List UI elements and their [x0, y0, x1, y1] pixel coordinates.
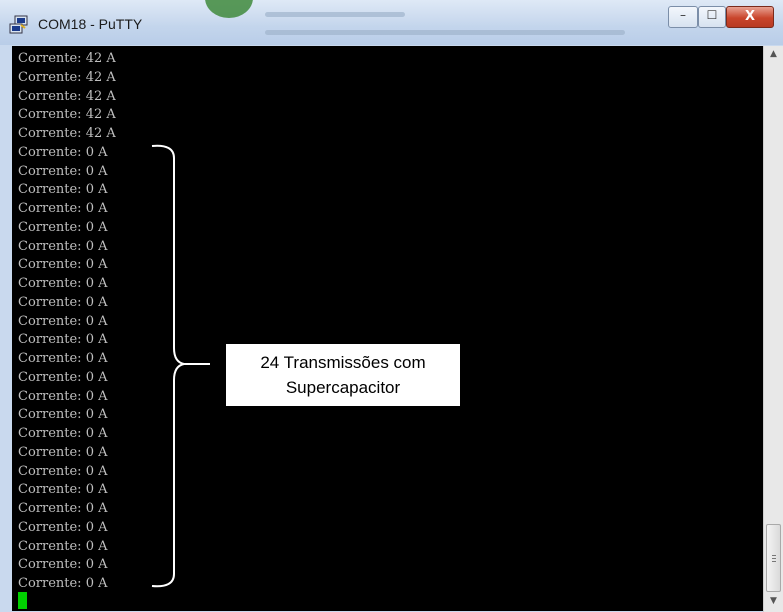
- terminal-line: Corrente: 0 A: [18, 313, 108, 329]
- putty-app-icon[interactable]: [8, 14, 30, 36]
- terminal-output: Corrente: 42 A Corrente: 42 A Corrente: 42…: [18, 50, 116, 594]
- vertical-scrollbar[interactable]: ▲ ▼: [763, 46, 783, 612]
- annotation-line-1: 24 Transmissões com: [260, 353, 426, 372]
- terminal-line: Corrente: 0 A: [18, 276, 108, 291]
- curly-brace-annotation: [151, 144, 210, 588]
- annotation-line-2: Supercapacitor: [285, 378, 401, 397]
- terminal-line: Corrente: 0 A: [18, 257, 108, 273]
- scroll-up-icon[interactable]: ▲: [764, 46, 783, 63]
- terminal-line: Corrente: 0 A: [18, 426, 108, 441]
- terminal-line: Corrente: 0 A: [18, 501, 108, 516]
- terminal-line: Corrente: 0 A: [18, 407, 108, 423]
- minimize-icon: –: [680, 8, 686, 22]
- maximize-icon: ☐: [706, 8, 718, 22]
- terminal-line: Corrente: 0 A: [18, 294, 108, 310]
- terminal-line: Corrente: 0 A: [18, 219, 108, 235]
- terminal-line: Corrente: 42 A: [18, 126, 116, 141]
- terminal-line: Corrente: 0 A: [18, 351, 108, 366]
- terminal-line: Corrente: 0 A: [18, 182, 108, 198]
- terminal-cursor: [18, 592, 27, 609]
- terminal-line: Corrente: 0 A: [18, 576, 108, 591]
- terminal-line: Corrente: 0 A: [18, 557, 108, 573]
- close-button[interactable]: X: [726, 6, 774, 28]
- terminal-line: Corrente: 0 A: [18, 444, 108, 460]
- terminal-line: Corrente: 42 A: [18, 107, 116, 123]
- terminal-line: Corrente: 0 A: [18, 538, 108, 554]
- maximize-button[interactable]: ☐: [698, 6, 726, 28]
- terminal-line: Corrente: 0 A: [18, 369, 108, 385]
- close-icon: X: [744, 9, 756, 24]
- background-window-blur: [205, 0, 645, 45]
- putty-window: COM18 - PuTTY – ☐ X Corrente: 42 A Corren…: [0, 0, 783, 612]
- terminal-line: Corrente: 0 A: [18, 388, 108, 404]
- terminal-line: Corrente: 0 A: [18, 238, 108, 254]
- terminal-line: Corrente: 0 A: [18, 463, 108, 479]
- terminal-line: Corrente: 42 A: [18, 69, 116, 85]
- terminal-line: Corrente: 0 A: [18, 163, 108, 179]
- scrollbar-thumb[interactable]: [766, 524, 781, 592]
- terminal-line: Corrente: 0 A: [18, 519, 108, 535]
- terminal-line: Corrente: 42 A: [18, 51, 116, 66]
- terminal-line: Corrente: 0 A: [18, 144, 108, 160]
- terminal-line: Corrente: 42 A: [18, 88, 116, 104]
- minimize-button[interactable]: –: [668, 6, 698, 28]
- scroll-down-icon[interactable]: ▼: [764, 593, 783, 610]
- annotation-callout: 24 Transmissões com Supercapacitor: [225, 343, 461, 407]
- title-bar[interactable]: COM18 - PuTTY – ☐ X: [0, 0, 783, 45]
- terminal-line: Corrente: 0 A: [18, 332, 108, 348]
- terminal-screen[interactable]: Corrente: 42 A Corrente: 42 A Corrente: 42…: [12, 46, 763, 611]
- terminal-line: Corrente: 0 A: [18, 201, 108, 216]
- terminal-line: Corrente: 0 A: [18, 482, 108, 498]
- window-title: COM18 - PuTTY: [38, 16, 143, 32]
